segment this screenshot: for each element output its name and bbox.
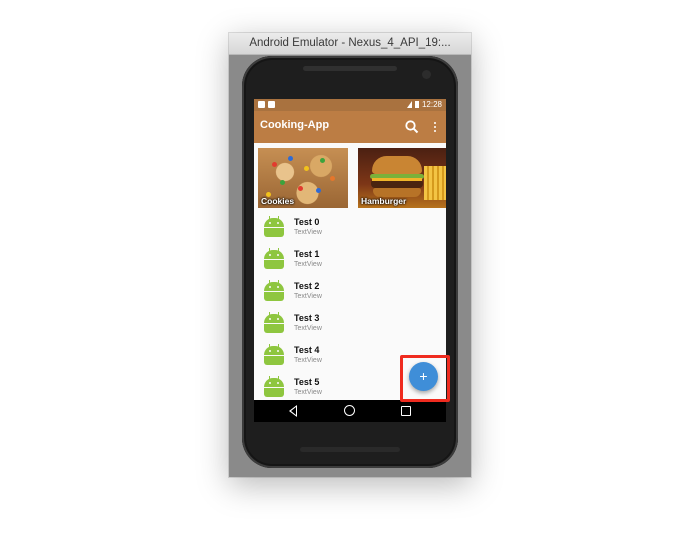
android-icon (264, 344, 284, 366)
cookie-image (288, 156, 293, 161)
cookie-image (272, 162, 277, 167)
search-button[interactable] (404, 119, 420, 135)
notification-icon (258, 101, 265, 108)
hamburger-image (372, 156, 422, 174)
list-item-title: Test 1 (294, 249, 320, 259)
category-card-cookies[interactable]: Cookies (258, 148, 348, 208)
category-label: Cookies (261, 196, 295, 206)
android-icon (264, 248, 284, 270)
hamburger-image (372, 178, 422, 181)
list-item-subtitle: TextView (294, 293, 322, 300)
cookie-image (304, 166, 309, 171)
list-item-title: Test 5 (294, 377, 320, 387)
system-navigation-bar (254, 400, 446, 422)
signal-icon (406, 101, 412, 109)
list-item[interactable]: Test 2 TextView (254, 275, 446, 307)
list-item-subtitle: TextView (294, 261, 322, 268)
list-item-title: Test 3 (294, 313, 320, 323)
status-bar: 12:28 (254, 99, 446, 111)
add-fab-button[interactable]: + (409, 362, 438, 391)
back-icon[interactable] (289, 405, 297, 417)
android-icon (264, 280, 284, 302)
list-item-subtitle: TextView (294, 357, 322, 364)
earpiece-speaker (303, 66, 397, 71)
android-icon (264, 312, 284, 334)
home-icon[interactable] (344, 405, 355, 416)
list-item-title: Test 4 (294, 345, 320, 355)
list-item-subtitle: TextView (294, 325, 322, 332)
overflow-menu-button[interactable] (430, 119, 440, 135)
list-item-title: Test 2 (294, 281, 320, 291)
fries-image (424, 166, 446, 200)
emulator-title: Android Emulator - Nexus_4_API_19:... (229, 33, 471, 55)
search-icon (405, 120, 419, 134)
list-item[interactable]: Test 1 TextView (254, 243, 446, 275)
status-time: 12:28 (421, 100, 442, 109)
bottom-speaker (300, 447, 400, 452)
category-cards: Cookies Hamburger (254, 143, 446, 209)
list-item[interactable]: Test 3 TextView (254, 307, 446, 339)
front-camera (422, 70, 431, 79)
list-item[interactable]: Test 0 TextView (254, 211, 446, 243)
cookie-image (320, 158, 325, 163)
list-item-title: Test 0 (294, 217, 320, 227)
category-card-hamburger[interactable]: Hamburger (358, 148, 446, 208)
battery-icon (414, 101, 419, 109)
cookie-image (280, 180, 285, 185)
cookie-image (330, 176, 335, 181)
more-vertical-icon (434, 126, 436, 128)
category-label: Hamburger (361, 196, 407, 206)
more-vertical-icon (434, 130, 436, 132)
cookie-image (316, 188, 321, 193)
android-icon (264, 376, 284, 398)
plus-icon: + (419, 368, 428, 384)
list-item-subtitle: TextView (294, 389, 322, 396)
recent-apps-icon[interactable] (401, 406, 411, 416)
app-toolbar: Cooking-App (254, 111, 446, 143)
more-vertical-icon (434, 122, 436, 124)
cookie-image (298, 186, 303, 191)
notification-icon (268, 101, 275, 108)
android-icon (264, 216, 284, 238)
app-title: Cooking-App (260, 119, 330, 131)
list-item-subtitle: TextView (294, 229, 322, 236)
